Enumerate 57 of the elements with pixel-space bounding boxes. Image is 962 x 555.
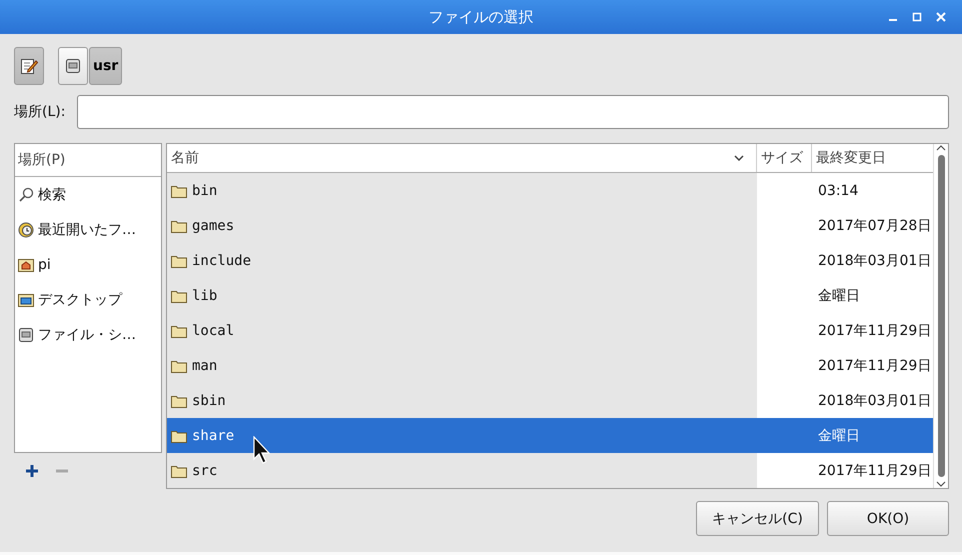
- folder-icon: [171, 358, 187, 372]
- file-name: include: [192, 252, 252, 268]
- clock-icon: [18, 222, 34, 238]
- search-icon: [18, 186, 34, 202]
- place-item[interactable]: 検索: [15, 177, 161, 212]
- modified-date: 2017年11月29日: [818, 322, 932, 340]
- maximize-icon[interactable]: [912, 12, 922, 22]
- modified-date: 03:14: [818, 182, 858, 198]
- file-name: games: [192, 218, 234, 234]
- modified-date: 金曜日: [818, 286, 860, 304]
- file-name: local: [192, 322, 234, 338]
- location-label: 場所(L):: [14, 103, 66, 121]
- add-place-button[interactable]: [24, 463, 40, 479]
- drive-icon: [18, 326, 34, 342]
- file-name: src: [192, 462, 218, 478]
- file-name: share: [192, 428, 234, 444]
- file-name: sbin: [192, 392, 226, 408]
- cancel-button[interactable]: キャンセル(C): [696, 501, 819, 536]
- file-name: lib: [192, 288, 218, 304]
- modified-date: 2017年11月29日: [818, 462, 932, 480]
- place-item[interactable]: ファイル・シ…: [15, 317, 161, 352]
- file-name: man: [192, 358, 218, 374]
- place-item[interactable]: pi: [15, 247, 161, 282]
- place-item[interactable]: デスクトップ: [15, 282, 161, 317]
- desktop-icon: [18, 292, 34, 308]
- folder-icon: [171, 184, 187, 198]
- drive-icon: [65, 58, 81, 74]
- close-icon[interactable]: [936, 12, 946, 22]
- edit-toggle-button[interactable]: [14, 47, 44, 85]
- ok-button[interactable]: OK(O): [827, 501, 949, 536]
- modified-date: 2018年03月01日: [818, 392, 932, 410]
- folder-icon: [171, 394, 187, 408]
- places-header: 場所(P): [18, 151, 66, 169]
- place-item[interactable]: 最近開いたフ…: [15, 212, 161, 247]
- folder-icon: [171, 324, 187, 338]
- folder-icon: [171, 218, 187, 232]
- folder-icon: [171, 464, 187, 478]
- location-field[interactable]: [77, 95, 949, 129]
- folder-icon: [171, 288, 187, 302]
- pencil-note-icon: [20, 57, 38, 75]
- path-button[interactable]: usr: [89, 47, 122, 85]
- plus-icon: [25, 464, 39, 478]
- file-name: bin: [192, 182, 218, 198]
- folder-icon: [171, 428, 187, 442]
- folder-icon: [171, 254, 187, 268]
- root-path-button[interactable]: [58, 47, 88, 85]
- home-folder-icon: [18, 256, 34, 272]
- modified-date: 2017年07月28日: [818, 216, 932, 234]
- scrollbar[interactable]: [933, 144, 948, 488]
- minus-icon: [55, 469, 69, 473]
- mouse-cursor-icon: [253, 436, 271, 464]
- scroll-up-icon[interactable]: [936, 144, 946, 152]
- modified-date: 金曜日: [818, 426, 860, 444]
- scroll-down-icon[interactable]: [936, 480, 946, 488]
- window-title: ファイルの選択: [428, 8, 534, 26]
- modified-date: 2017年11月29日: [818, 356, 932, 374]
- modified-date: 2018年03月01日: [818, 252, 932, 270]
